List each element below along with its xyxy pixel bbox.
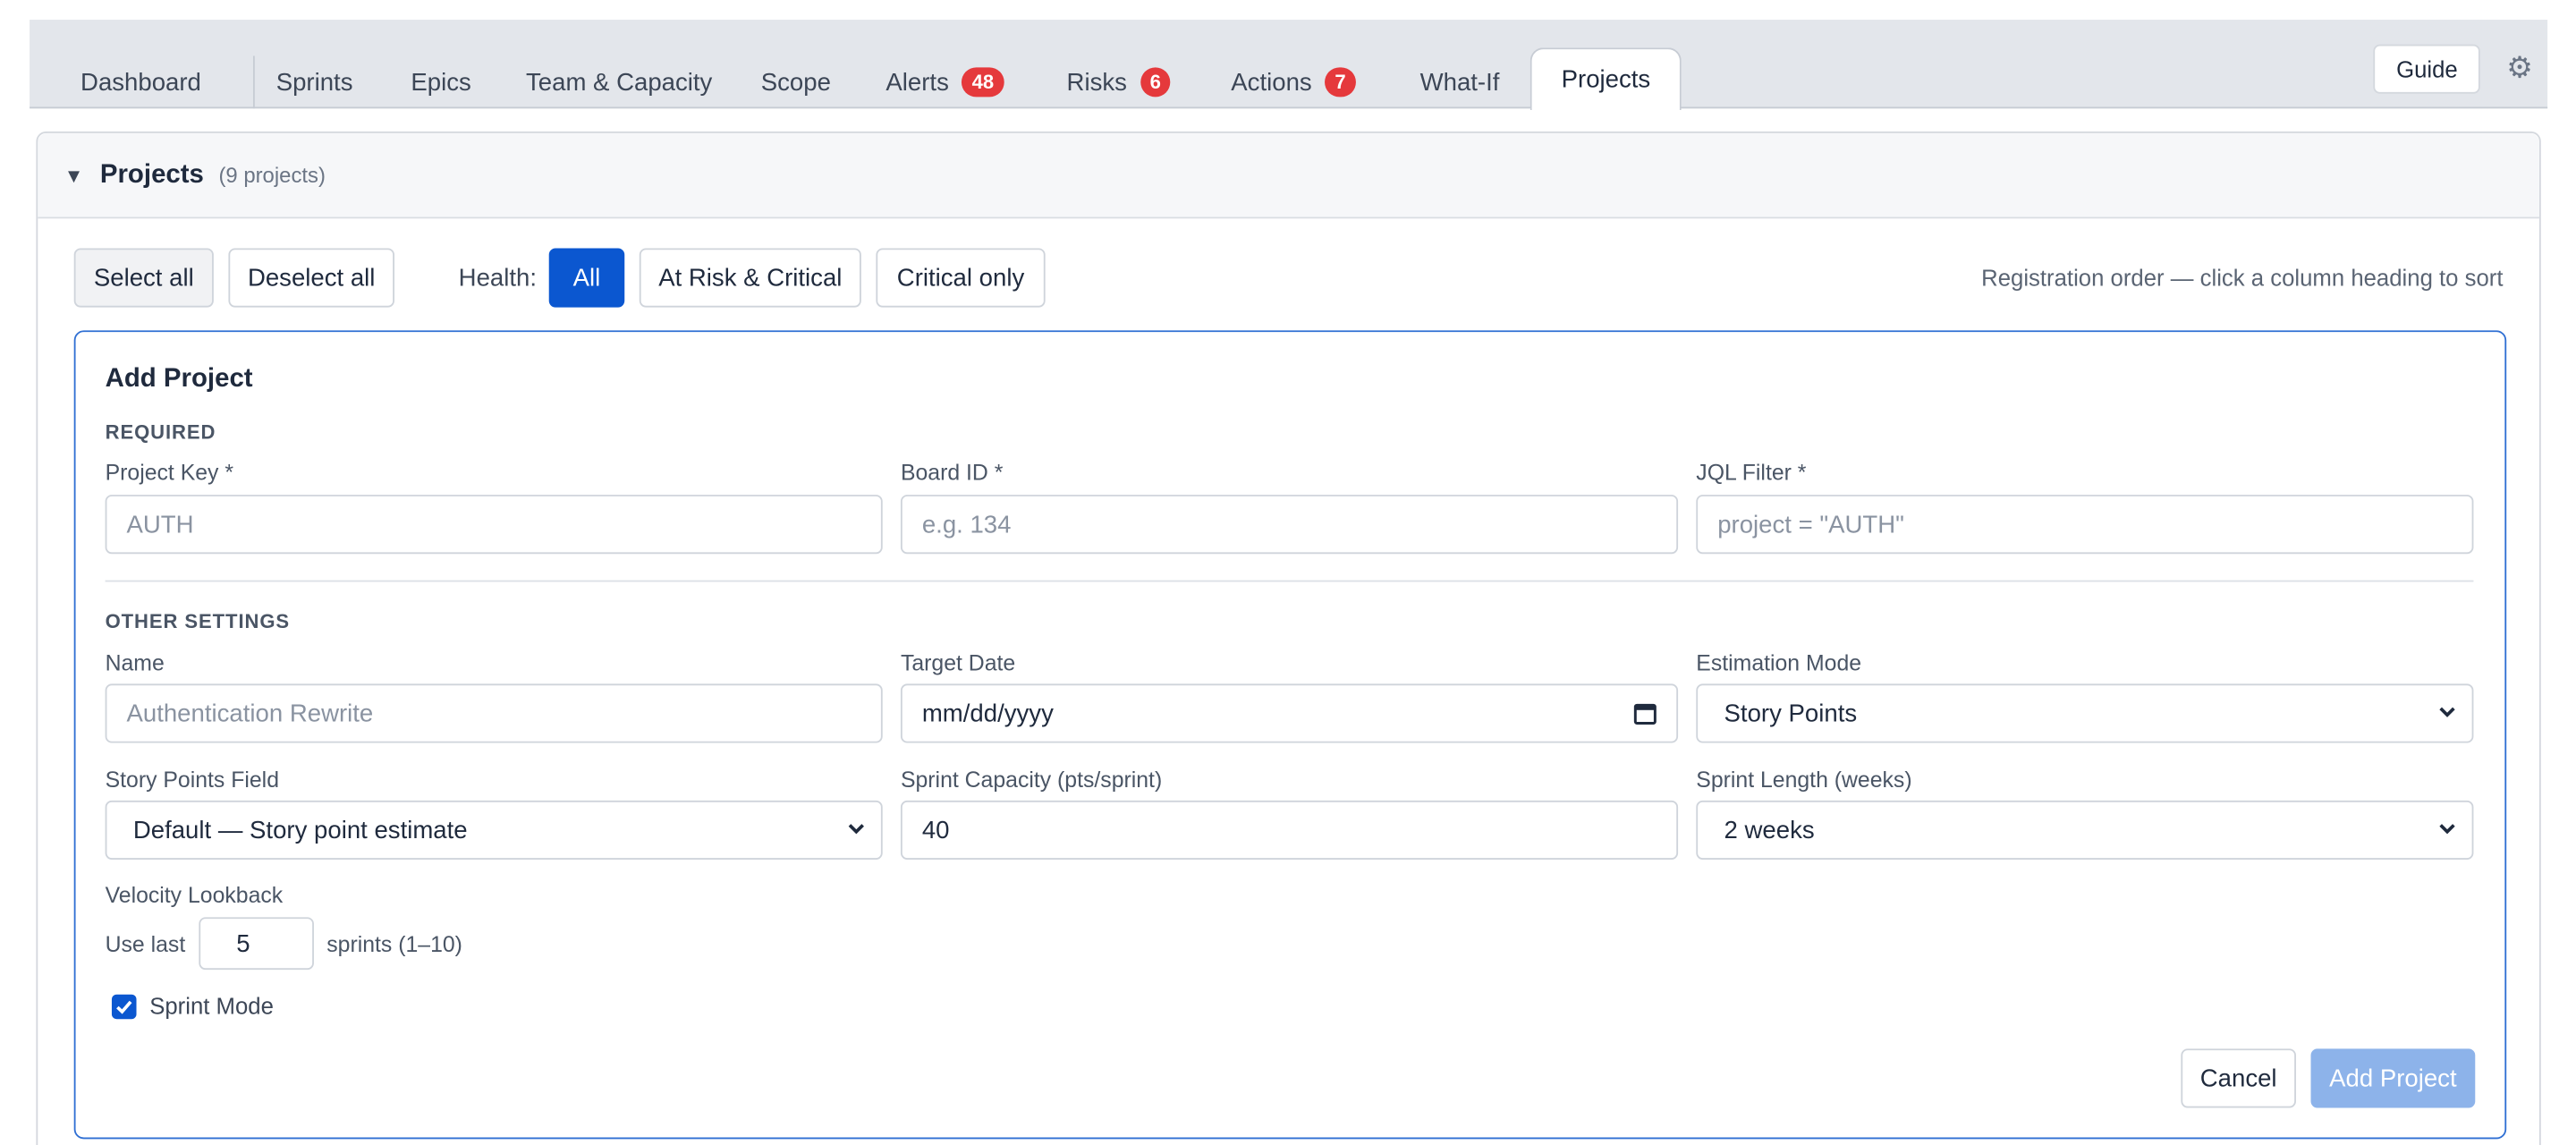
tab-label: Alerts (886, 68, 949, 97)
target-date-label: Target Date (900, 650, 1016, 676)
tab-label: Projects (1561, 65, 1651, 94)
select-value: Story Points (1724, 699, 1858, 728)
velocity-lookback-label: Velocity Lookback (105, 882, 284, 908)
velocity-prefix: Use last (105, 930, 186, 956)
tab-projects[interactable]: Projects (1530, 47, 1682, 111)
select-value: 2 weeks (1724, 816, 1815, 844)
tab-divider (252, 55, 255, 109)
tab-what-if[interactable]: What-If (1420, 55, 1500, 108)
velocity-lookback-row: Use last 5 sprints (1–10) (105, 917, 462, 971)
other-settings-section-label: OTHER SETTINGS (105, 609, 291, 633)
select-value: Default — Story point estimate (132, 816, 468, 844)
checkmark-icon (116, 999, 132, 1014)
velocity-lookback-input[interactable]: 5 (198, 917, 314, 971)
sprint-mode-row[interactable]: Sprint Mode (111, 992, 274, 1020)
chevron-down-icon (2439, 824, 2455, 835)
sprint-length-label: Sprint Length (weeks) (1696, 768, 1912, 793)
target-date-input[interactable]: mm/dd/yyyy (900, 683, 1679, 743)
story-points-field-label: Story Points Field (105, 768, 280, 793)
tab-alerts[interactable]: Alerts 48 (886, 55, 1004, 108)
tab-scope[interactable]: Scope (761, 55, 831, 108)
tab-dashboard[interactable]: Dashboard (80, 55, 201, 108)
health-filter-all[interactable]: All (548, 248, 625, 308)
tab-label: Epics (411, 68, 471, 97)
alerts-count-badge: 48 (962, 67, 1004, 98)
tab-sprints[interactable]: Sprints (276, 55, 353, 108)
story-points-field-select[interactable]: Default — Story point estimate (105, 800, 883, 861)
cancel-button[interactable]: Cancel (2181, 1048, 2296, 1108)
section-divider (105, 580, 2474, 582)
tab-label: Dashboard (80, 68, 201, 97)
chevron-down-icon (2439, 707, 2455, 717)
select-all-button[interactable]: Select all (73, 248, 214, 308)
page: Dashboard Sprints Epics Team & Capacity … (0, 0, 2575, 1145)
gear-icon[interactable]: ⚙ (2506, 51, 2533, 84)
date-value: mm/dd/yyyy (921, 699, 1054, 728)
project-key-input[interactable]: AUTH (105, 495, 883, 555)
tab-risks[interactable]: Risks 6 (1067, 55, 1171, 108)
jql-filter-input[interactable]: project = "AUTH" (1696, 495, 2474, 555)
risks-count-badge: 6 (1140, 67, 1171, 98)
guide-button[interactable]: Guide (2373, 44, 2481, 94)
health-filter-label: Health: (458, 264, 538, 293)
estimation-mode-label: Estimation Mode (1696, 650, 1862, 676)
name-label: Name (105, 650, 165, 676)
health-filter-critical-only[interactable]: Critical only (876, 248, 1046, 308)
sprint-mode-label: Sprint Mode (149, 992, 274, 1020)
add-project-button[interactable]: Add Project (2310, 1048, 2476, 1108)
tab-epics[interactable]: Epics (411, 55, 470, 108)
board-id-label: Board ID * (900, 460, 1004, 486)
tab-label: Sprints (275, 68, 353, 97)
actions-count-badge: 7 (1325, 67, 1356, 98)
chevron-down-icon (848, 824, 864, 835)
projects-panel: ▼ Projects (9 projects) Select all Desel… (36, 131, 2541, 1145)
tab-team-capacity[interactable]: Team & Capacity (526, 55, 712, 108)
add-project-form: Add Project REQUIRED Project Key * AUTH … (73, 330, 2507, 1140)
board-id-input[interactable]: e.g. 134 (900, 495, 1679, 555)
form-title: Add Project (105, 364, 253, 394)
panel-title: Projects (99, 160, 204, 189)
project-count: (9 projects) (218, 162, 326, 188)
collapse-caret-icon[interactable]: ▼ (64, 164, 84, 187)
tab-label: Team & Capacity (526, 68, 713, 97)
sort-hint: Registration order — click a column head… (1981, 264, 2504, 292)
estimation-mode-select[interactable]: Story Points (1696, 683, 2474, 743)
tab-label: What-If (1419, 68, 1500, 97)
sprint-capacity-label: Sprint Capacity (pts/sprint) (900, 768, 1163, 793)
health-filter-at-risk-critical[interactable]: At Risk & Critical (639, 248, 861, 308)
tab-label: Risks (1066, 68, 1127, 97)
calendar-icon[interactable] (1633, 702, 1657, 725)
deselect-all-button[interactable]: Deselect all (228, 248, 394, 308)
sprint-capacity-input[interactable]: 40 (900, 800, 1679, 861)
project-key-label: Project Key * (105, 460, 234, 486)
tab-label: Actions (1231, 68, 1312, 97)
sprint-length-select[interactable]: 2 weeks (1696, 800, 2474, 861)
sprint-mode-checkbox[interactable] (111, 993, 137, 1019)
velocity-suffix: sprints (1–10) (326, 930, 462, 956)
tab-actions[interactable]: Actions 7 (1231, 55, 1356, 108)
tab-label: Scope (760, 68, 831, 97)
tab-bar: Dashboard Sprints Epics Team & Capacity … (30, 20, 2548, 111)
name-input[interactable]: Authentication Rewrite (105, 683, 883, 743)
required-section-label: REQUIRED (105, 420, 216, 445)
jql-filter-label: JQL Filter * (1696, 460, 1807, 486)
panel-header[interactable]: ▼ Projects (9 projects) (38, 132, 2539, 219)
